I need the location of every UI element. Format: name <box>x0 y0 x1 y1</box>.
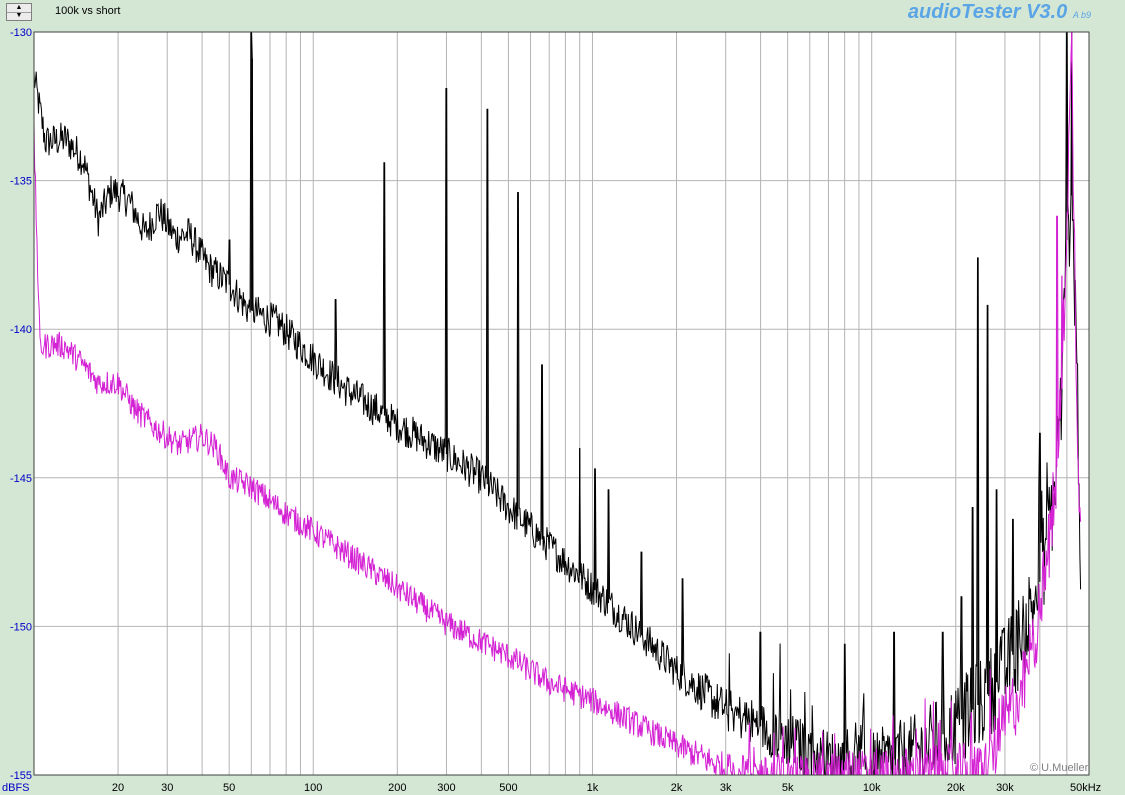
x-tick-label: 500 <box>499 782 517 794</box>
x-tick-label: 1k <box>587 782 599 794</box>
x-tick-label: 30k <box>996 782 1014 794</box>
x-tick-label: 3k <box>720 782 732 794</box>
x-tick-label: 300 <box>437 782 455 794</box>
x-tick-label: 20k <box>947 782 965 794</box>
y-tick-label: -145 <box>10 473 32 485</box>
x-tick-label: 2k <box>671 782 683 794</box>
x-tick-label: 20 <box>112 782 124 794</box>
y-unit-label: dBFS <box>2 782 30 794</box>
x-tick-label: 30 <box>161 782 173 794</box>
x-tick-label: 200 <box>388 782 406 794</box>
y-tick-label: -130 <box>10 27 32 39</box>
x-unit-label: 50kHz <box>1070 782 1101 794</box>
copyright-label: © U.Mueller <box>1030 762 1089 774</box>
x-tick-label: 100 <box>304 782 322 794</box>
y-tick-label: -140 <box>10 324 32 336</box>
y-tick-label: -135 <box>10 176 32 188</box>
plot-area <box>34 32 1089 775</box>
x-tick-label: 5k <box>782 782 794 794</box>
y-tick-label: -155 <box>10 770 32 782</box>
y-tick-label: -150 <box>10 621 32 633</box>
x-tick-label: 50 <box>223 782 235 794</box>
x-tick-label: 10k <box>863 782 881 794</box>
spectrum-chart: -130 -135 -140 -145 -150 -155 20 30 50 100 200 300 5… <box>2 27 1101 794</box>
